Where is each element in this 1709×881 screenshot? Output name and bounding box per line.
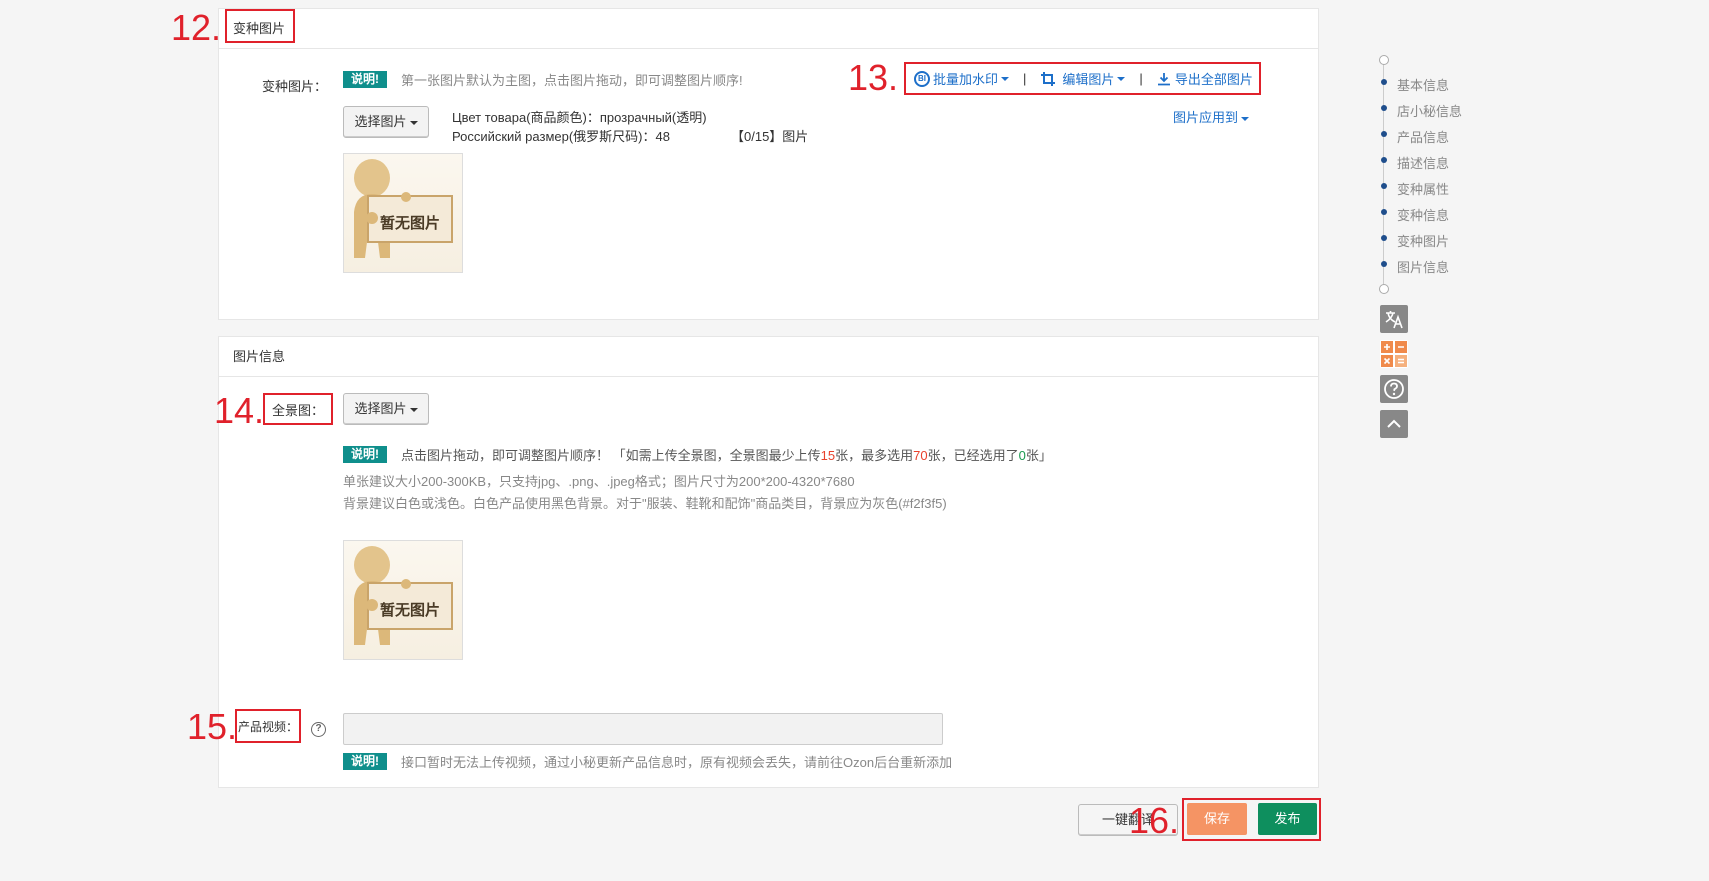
- note-tag: 说明!: [343, 71, 387, 88]
- annotation-16: 16.: [1129, 800, 1180, 841]
- placeholder-text: 暂无图片: [380, 214, 441, 232]
- note-tag: 说明!: [343, 753, 387, 770]
- panorama-bg-hint: 背景建议白色或浅色。白色产品使用黑色背景。对于"服装、鞋靴和配饰"商品类目，背景…: [343, 496, 947, 511]
- publish-button[interactable]: 发布: [1258, 803, 1317, 835]
- panorama-max-count: 70: [913, 448, 928, 463]
- help-tool-button[interactable]: [1380, 375, 1408, 403]
- help-icon: [1384, 379, 1404, 399]
- annotation-15: 15.: [187, 706, 238, 747]
- side-nav-dot: [1381, 209, 1387, 215]
- toolbar-separator: |: [1023, 71, 1027, 86]
- back-to-top-button[interactable]: [1380, 410, 1408, 438]
- side-nav-description-info[interactable]: 描述信息: [1397, 153, 1449, 172]
- save-button[interactable]: 保存: [1187, 803, 1247, 835]
- side-nav-variant-info[interactable]: 变种信息: [1397, 205, 1449, 224]
- panorama-note: 说明! 点击图片拖动，即可调整图片顺序！ 「如需上传全景图，全景图最少上传15张…: [343, 445, 1052, 464]
- side-nav-dot: [1381, 157, 1387, 163]
- side-nav-basic-info[interactable]: 基本信息: [1397, 75, 1449, 94]
- panorama-select-image-button[interactable]: 选择图片: [343, 393, 429, 425]
- translate-icon: [1385, 311, 1403, 329]
- video-label-box: 产品视频：: [235, 709, 301, 743]
- side-nav-variant-attrs[interactable]: 变种属性: [1397, 179, 1449, 198]
- crop-icon: [1041, 71, 1056, 86]
- toolbar-separator: |: [1139, 71, 1143, 86]
- image-info-title: 图片信息: [233, 349, 286, 364]
- batch-watermark-button[interactable]: BI 批量加水印: [914, 69, 1010, 88]
- video-note-text: 接口暂时无法上传视频，通过小秘更新产品信息时，原有视频会丢失，请前往Ozon后台…: [401, 755, 953, 770]
- back-to-top-icon: [1387, 419, 1401, 428]
- image-info-header: 图片信息: [219, 337, 1318, 377]
- side-nav-dxm-info[interactable]: 店小秘信息: [1397, 101, 1462, 120]
- panorama-min-count: 15: [820, 448, 836, 463]
- annotation-14: 14.: [214, 390, 265, 431]
- video-note: 说明! 接口暂时无法上传视频，通过小秘更新产品信息时，原有视频会丢失，请前往Oz…: [343, 752, 952, 771]
- variant-size-attr: Российский размер(俄罗斯尺码)：48: [452, 129, 670, 144]
- panorama-label-box: 全景图：: [263, 393, 333, 425]
- side-nav-image-info[interactable]: 图片信息: [1397, 257, 1449, 276]
- panorama-size-hint: 单张建议大小200-300KB，只支持jpg、.png、.jpeg格式；图片尺寸…: [343, 474, 855, 489]
- side-nav-product-info[interactable]: 产品信息: [1397, 127, 1449, 146]
- note-tag: 说明!: [343, 446, 387, 463]
- side-nav-dot: [1381, 79, 1387, 85]
- video-url-input[interactable]: [343, 713, 943, 745]
- translate-tool-button[interactable]: [1380, 305, 1408, 333]
- panorama-image-placeholder[interactable]: 暂无图片: [343, 540, 463, 660]
- panorama-used-count: 0: [1018, 448, 1026, 463]
- side-nav-dot: [1381, 183, 1387, 189]
- note-text: 第一张图片默认为主图，点击图片拖动，即可调整图片顺序!: [401, 73, 743, 88]
- variant-images-header: 变种图片: [219, 9, 1318, 49]
- side-nav-dot: [1381, 235, 1387, 241]
- annotation-box-12: [225, 9, 295, 43]
- download-icon: [1157, 72, 1170, 85]
- variant-color-attr: Цвет товара(商品颜色)：прозрачный(透明): [452, 110, 707, 125]
- side-nav-dot: [1381, 105, 1387, 111]
- video-help-icon[interactable]: ?: [311, 722, 326, 737]
- annotation-13: 13.: [848, 57, 899, 98]
- image-toolbar: BI 批量加水印 | 编辑图片 | 导出全部图片: [904, 62, 1261, 95]
- annotation-12: 12.: [171, 7, 222, 48]
- side-nav-bottom-ring: [1379, 284, 1389, 294]
- placeholder-text: 暂无图片: [380, 601, 441, 619]
- variant-image-placeholder[interactable]: 暂无图片: [343, 153, 463, 273]
- edit-image-button[interactable]: 编辑图片: [1040, 69, 1126, 88]
- variant-image-count: 【0/15】图片: [731, 129, 809, 144]
- apply-images-to-dropdown[interactable]: 图片应用到: [1173, 107, 1250, 126]
- side-nav-variant-images[interactable]: 变种图片: [1397, 231, 1449, 250]
- watermark-icon: BI: [914, 70, 930, 87]
- side-nav-dot: [1381, 131, 1387, 137]
- video-label: 产品视频：: [237, 719, 298, 734]
- side-nav-line: [1383, 62, 1384, 286]
- variant-images-label: 变种图片：: [262, 79, 328, 94]
- export-all-images-button[interactable]: 导出全部图片: [1157, 69, 1253, 88]
- side-nav-dot: [1381, 261, 1387, 267]
- calculator-icon: [1381, 341, 1407, 367]
- panorama-label: 全景图：: [271, 402, 324, 418]
- variant-images-note: 说明! 第一张图片默认为主图，点击图片拖动，即可调整图片顺序!: [343, 70, 743, 89]
- side-nav-top-ring: [1379, 55, 1389, 65]
- variant-select-image-button[interactable]: 选择图片: [343, 106, 429, 138]
- calculator-tool-button[interactable]: [1380, 340, 1408, 368]
